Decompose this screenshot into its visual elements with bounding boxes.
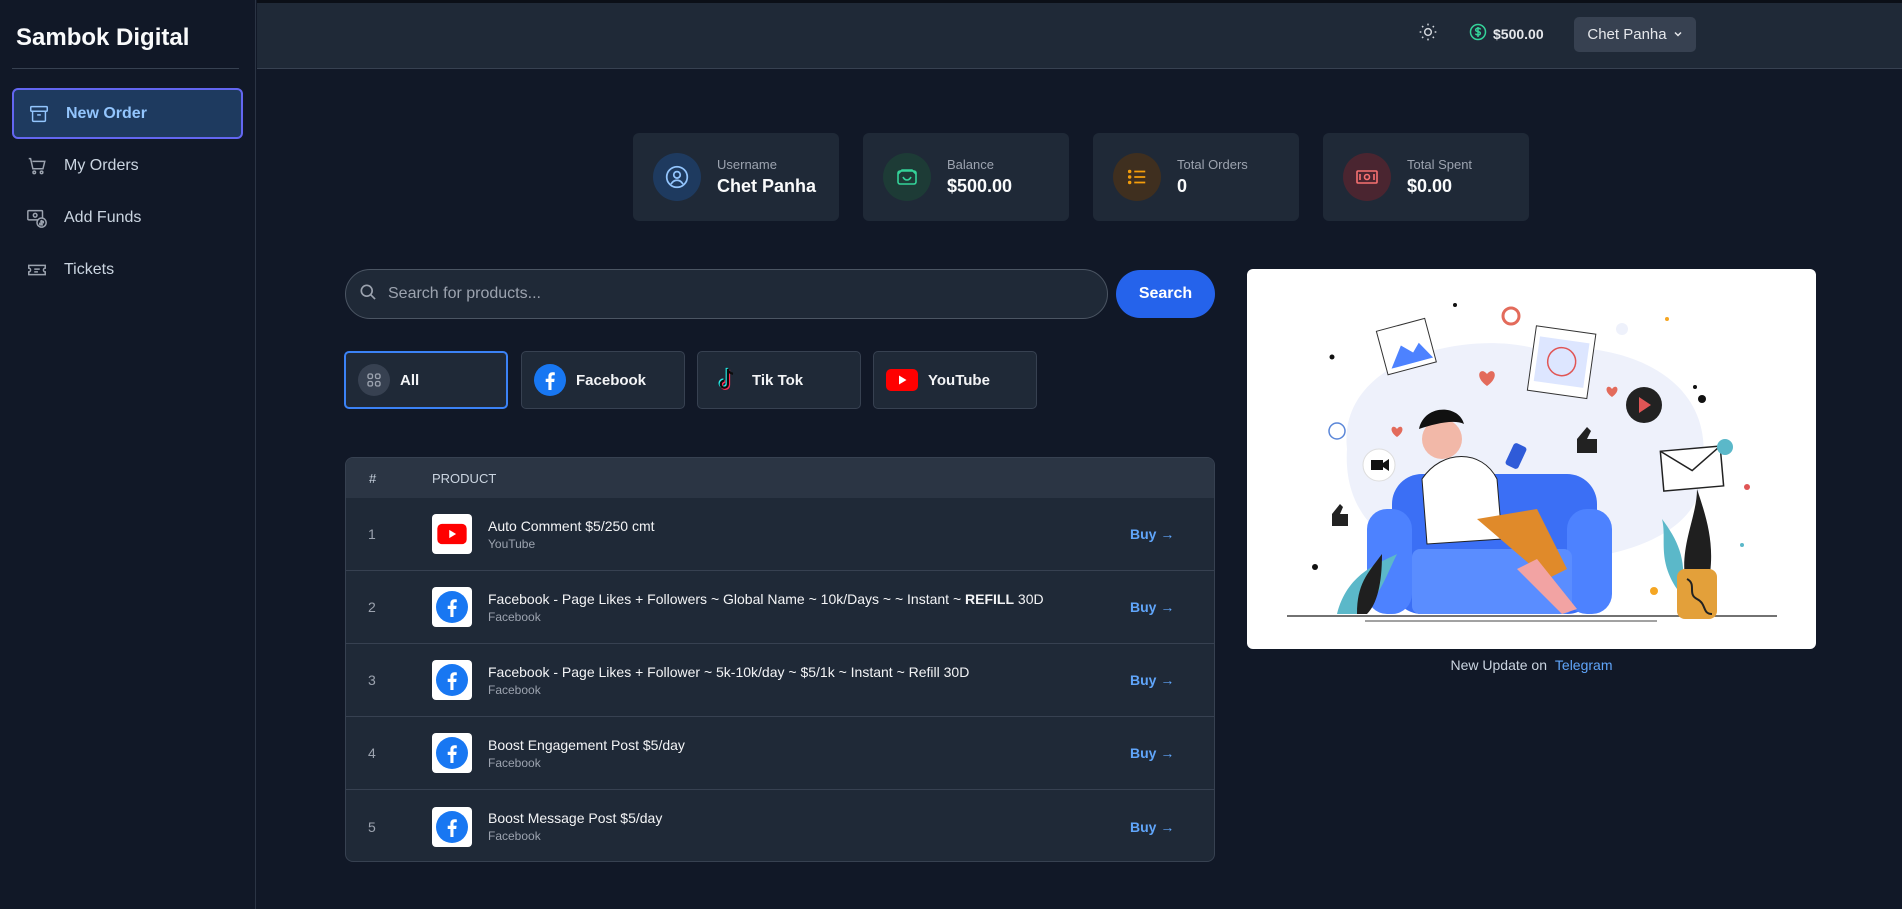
sidebar-nav: New Order My Orders Add Funds Tickets <box>12 88 243 296</box>
divider <box>12 68 239 69</box>
product-name: Facebook - Page Likes + Follower ~ 5k-10… <box>488 663 970 680</box>
category-label: YouTube <box>928 371 990 389</box>
facebook-icon <box>432 733 472 773</box>
stat-card-balance: Balance $500.00 <box>863 133 1069 221</box>
category-tab-facebook[interactable]: Facebook <box>521 351 685 409</box>
table-row[interactable]: 4 Boost Engagement Post $5/day Facebook … <box>346 717 1214 790</box>
ticket-icon <box>26 259 48 281</box>
row-number: 3 <box>368 672 376 688</box>
table-row[interactable]: 5 Boost Message Post $5/day Facebook Buy… <box>346 790 1214 861</box>
chevron-down-icon <box>1673 26 1683 43</box>
cart-icon <box>26 155 48 177</box>
sun-icon[interactable] <box>1418 22 1438 47</box>
facebook-icon <box>432 587 472 627</box>
money-icon <box>1343 153 1391 201</box>
update-text: New Update on <box>1450 657 1548 673</box>
promo-illustration <box>1247 269 1816 649</box>
stat-label: Username <box>717 157 777 172</box>
facebook-icon <box>432 806 472 847</box>
row-number: 2 <box>368 599 376 615</box>
sidebar-item-label: Tickets <box>64 260 115 278</box>
table-row[interactable]: 2 Facebook - Page Likes + Followers ~ Gl… <box>346 571 1214 644</box>
table-row[interactable]: 3 Facebook - Page Likes + Follower ~ 5k-… <box>346 644 1214 717</box>
category-label: All <box>400 371 420 389</box>
archive-icon <box>28 103 50 125</box>
stat-label: Total Orders <box>1177 157 1248 172</box>
stat-card-total-spent: Total Spent $0.00 <box>1323 133 1529 221</box>
buy-button[interactable]: Buy → <box>1130 599 1214 615</box>
sidebar-item-label: My Orders <box>64 156 139 174</box>
brand-logo[interactable]: Sambok Digital <box>16 24 189 52</box>
sidebar-item-my-orders[interactable]: My Orders <box>12 140 243 191</box>
product-name: Boost Engagement Post $5/day <box>488 736 685 753</box>
row-number: 5 <box>368 818 376 835</box>
product-platform: Facebook <box>488 829 541 843</box>
column-header-product: PRODUCT <box>432 470 497 486</box>
stat-value: 0 <box>1177 176 1188 196</box>
product-name: Facebook - Page Likes + Followers ~ Glob… <box>488 590 1044 607</box>
table-header: # PRODUCT <box>346 458 1214 498</box>
list-icon <box>1113 153 1161 201</box>
stat-value: $500.00 <box>947 176 1013 196</box>
youtube-icon <box>432 514 472 554</box>
row-number: 1 <box>368 526 376 542</box>
grid-icon <box>358 364 390 396</box>
sidebar: Sambok Digital New Order My Orders Add F… <box>0 0 256 909</box>
stat-label: Total Spent <box>1407 157 1473 172</box>
product-platform: YouTube <box>488 536 536 551</box>
youtube-icon <box>886 364 918 396</box>
wallet-icon <box>883 153 931 201</box>
search-icon <box>358 282 378 307</box>
telegram-link[interactable]: Telegram <box>1555 657 1613 673</box>
sidebar-item-label: New Order <box>66 104 147 122</box>
product-platform: Facebook <box>488 609 541 624</box>
category-tab-youtube[interactable]: YouTube <box>873 351 1037 409</box>
header-balance-value: $500.00 <box>1493 25 1544 42</box>
product-table: # PRODUCT 1 Auto Comment $5/250 cmt YouT… <box>345 457 1215 862</box>
header-balance: $500.00 <box>1468 22 1544 45</box>
table-row[interactable]: 1 Auto Comment $5/250 cmt YouTube Buy → <box>346 498 1214 571</box>
category-tab-all[interactable]: All <box>344 351 508 409</box>
buy-button[interactable]: Buy → <box>1130 672 1214 688</box>
category-label: Tik Tok <box>752 371 804 389</box>
sidebar-item-label: Add Funds <box>64 208 142 226</box>
update-notice: New Update on Telegram <box>1247 657 1816 673</box>
search-box <box>345 269 1108 319</box>
user-icon <box>653 153 701 201</box>
buy-button[interactable]: Buy → <box>1130 745 1214 761</box>
user-name: Chet Panha <box>1587 26 1667 43</box>
category-label: Facebook <box>576 371 647 389</box>
sidebar-item-add-funds[interactable]: Add Funds <box>12 192 243 243</box>
dollar-icon <box>1468 22 1488 45</box>
funds-icon <box>26 207 48 229</box>
category-tab-tiktok[interactable]: Tik Tok <box>697 351 861 409</box>
sidebar-item-tickets[interactable]: Tickets <box>12 244 243 295</box>
facebook-icon <box>534 364 566 396</box>
stat-value: $0.00 <box>1407 176 1453 196</box>
buy-button[interactable]: Buy → <box>1130 819 1214 835</box>
user-menu-button[interactable]: Chet Panha <box>1574 17 1696 52</box>
search-input[interactable] <box>388 285 1107 303</box>
stat-card-total-orders: Total Orders 0 <box>1093 133 1299 221</box>
stat-card-username: Username Chet Panha <box>633 133 839 221</box>
sidebar-item-new-order[interactable]: New Order <box>12 88 243 139</box>
product-platform: Facebook <box>488 755 541 770</box>
stat-label: Balance <box>947 157 994 172</box>
stat-value: Chet Panha <box>717 176 817 196</box>
product-name: Auto Comment $5/250 cmt <box>488 517 655 534</box>
row-number: 4 <box>368 745 376 761</box>
product-name: Boost Message Post $5/day <box>488 810 663 826</box>
product-platform: Facebook <box>488 682 541 697</box>
buy-button[interactable]: Buy → <box>1130 526 1214 542</box>
column-header-number: # <box>369 470 377 486</box>
search-button[interactable]: Search <box>1116 270 1215 318</box>
facebook-icon <box>432 660 472 700</box>
tiktok-icon <box>710 364 742 396</box>
